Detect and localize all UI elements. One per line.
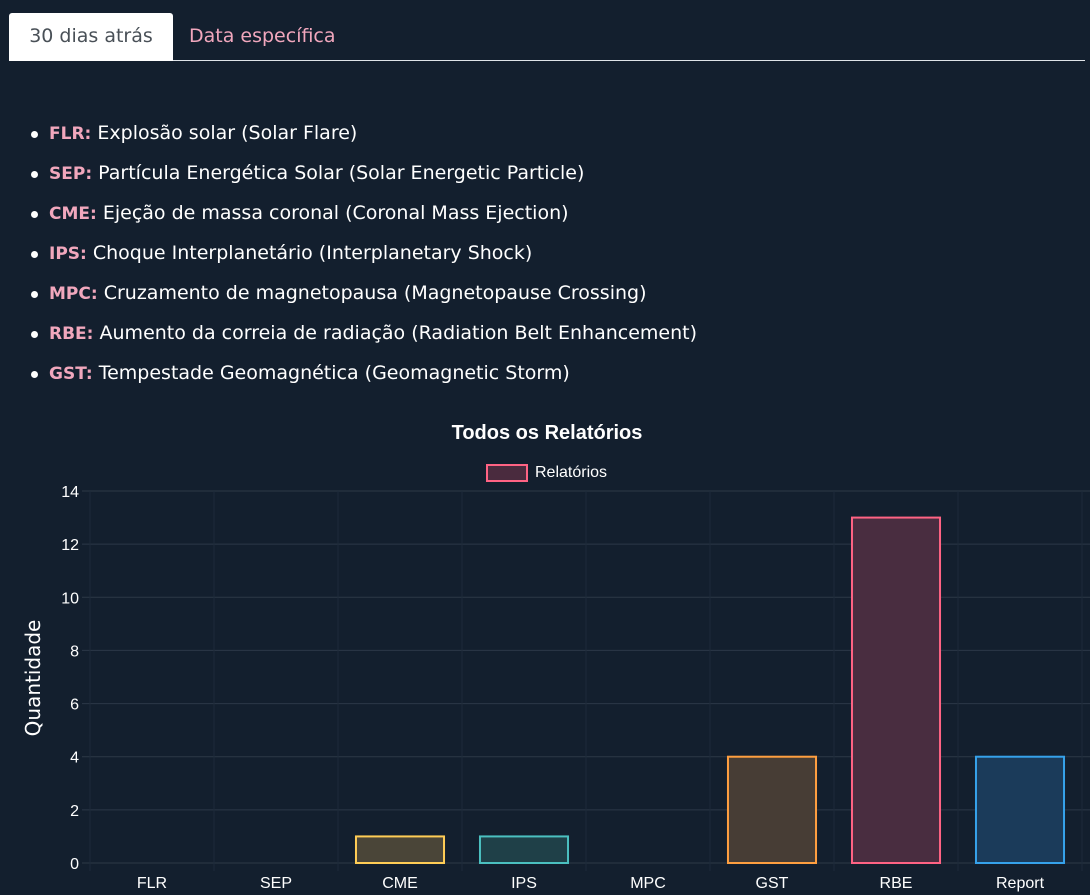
y-tick-label: 0 bbox=[70, 856, 79, 873]
bar bbox=[726, 755, 818, 865]
bar bbox=[354, 835, 446, 864]
list-item: GST: Tempestade Geomagnética (Geomagneti… bbox=[28, 353, 697, 393]
tab-30-days[interactable]: 30 dias atrás bbox=[9, 13, 173, 61]
event-description: Explosão solar (Solar Flare) bbox=[97, 122, 358, 144]
chart-title: Todos os Relatórios bbox=[452, 422, 643, 444]
list-item: IPS: Choque Interplanetário (Interplanet… bbox=[28, 233, 697, 273]
chart-legend[interactable]: Relatórios bbox=[486, 464, 607, 482]
x-tick-label: CME bbox=[382, 875, 418, 892]
bar bbox=[850, 516, 942, 864]
event-code: IPS: bbox=[49, 244, 87, 264]
x-tick-label: SEP bbox=[260, 875, 292, 892]
x-tick-label: GST bbox=[756, 875, 789, 892]
event-description: Ejeção de massa coronal (Coronal Mass Ej… bbox=[102, 202, 569, 224]
list-item: RBE: Aumento da correia de radiação (Rad… bbox=[28, 313, 697, 353]
x-tick-label: MPC bbox=[630, 875, 666, 892]
y-axis-title: Quantidade bbox=[21, 620, 45, 737]
event-description: Cruzamento de magnetopausa (Magnetopause… bbox=[103, 282, 647, 304]
event-description: Aumento da correia de radiação (Radiatio… bbox=[99, 322, 697, 344]
tab-specific-date[interactable]: Data específica bbox=[173, 13, 352, 61]
x-tick-label: FLR bbox=[137, 875, 167, 892]
bar bbox=[478, 835, 570, 864]
list-item: MPC: Cruzamento de magnetopausa (Magneto… bbox=[28, 273, 697, 313]
list-item: FLR: Explosão solar (Solar Flare) bbox=[28, 113, 697, 153]
event-code: RBE: bbox=[49, 324, 94, 344]
event-code: CME: bbox=[49, 204, 97, 224]
reports-bar-chart: Todos os Relatórios Relatórios Quantidad… bbox=[21, 422, 1090, 892]
y-tick-label: 2 bbox=[70, 803, 79, 820]
y-tick-label: 8 bbox=[70, 643, 79, 660]
event-code: GST: bbox=[49, 364, 93, 384]
y-tick-label: 4 bbox=[70, 750, 79, 767]
event-description: Partícula Energética Solar (Solar Energe… bbox=[98, 162, 585, 184]
list-item: CME: Ejeção de massa coronal (Coronal Ma… bbox=[28, 193, 697, 233]
list-item: SEP: Partícula Energética Solar (Solar E… bbox=[28, 153, 697, 193]
x-tick-label: RBE bbox=[880, 875, 913, 892]
y-tick-label: 12 bbox=[61, 537, 79, 554]
y-tick-label: 10 bbox=[61, 590, 79, 607]
legend-swatch bbox=[486, 464, 528, 482]
event-code: SEP: bbox=[49, 164, 93, 184]
event-description: Choque Interplanetário (Interplanetary S… bbox=[92, 242, 533, 264]
event-type-list: FLR: Explosão solar (Solar Flare) SEP: P… bbox=[28, 113, 697, 393]
legend-label: Relatórios bbox=[535, 464, 607, 481]
tab-bar: 30 dias atrás Data específica bbox=[9, 13, 1085, 61]
x-tick-label: IPS bbox=[511, 875, 537, 892]
event-code: MPC: bbox=[49, 284, 98, 304]
y-tick-label: 6 bbox=[70, 697, 79, 714]
x-tick-label: Report bbox=[996, 875, 1045, 892]
y-tick-label: 14 bbox=[61, 484, 79, 501]
event-code: FLR: bbox=[49, 124, 92, 144]
event-description: Tempestade Geomagnética (Geomagnetic Sto… bbox=[98, 362, 570, 384]
bar bbox=[974, 755, 1066, 865]
plot-area: 0 2 4 6 8 10 12 14 FLR SEP CME IPS MPC GST RBE Report bbox=[61, 484, 1090, 892]
